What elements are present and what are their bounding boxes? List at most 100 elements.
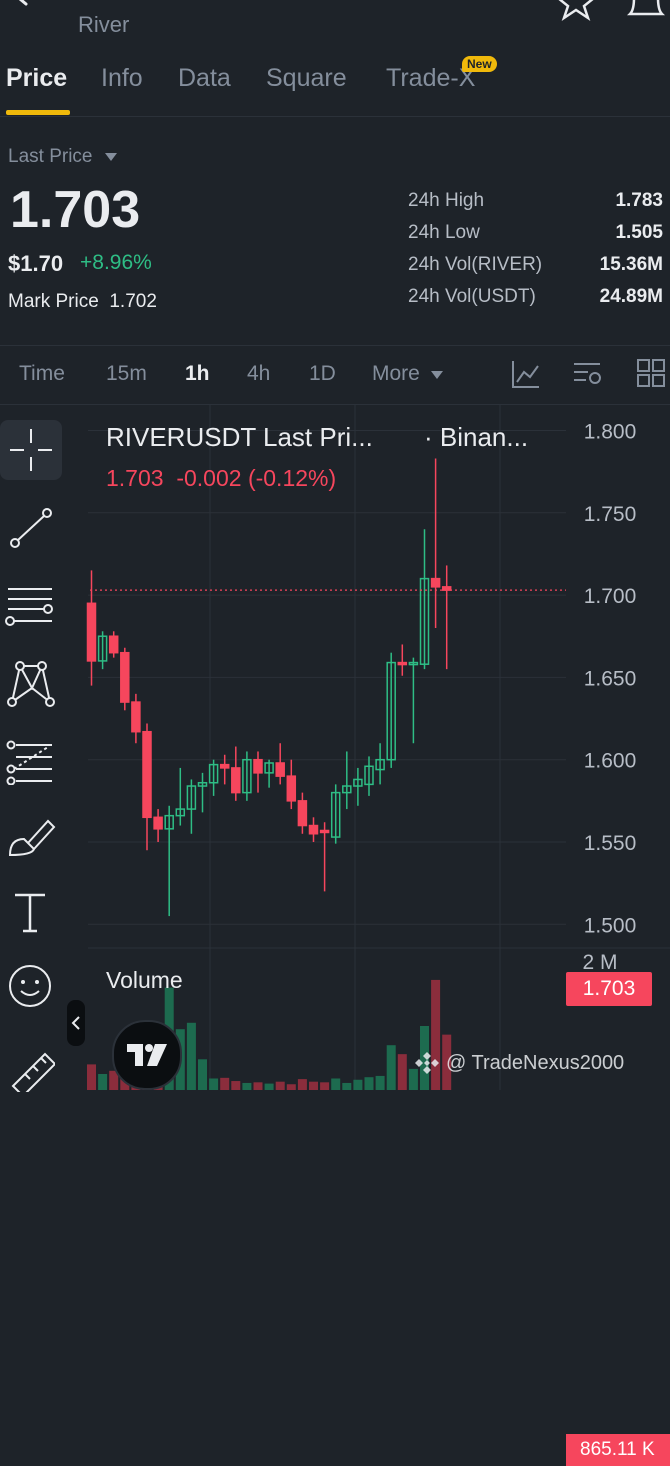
collapse-toolbar-button[interactable]: [67, 1000, 85, 1046]
tradingview-logo[interactable]: [112, 1020, 182, 1090]
volume-bar: [98, 1074, 108, 1090]
candle-body: [142, 730, 152, 819]
timeframe-more[interactable]: More: [372, 362, 444, 386]
ruler-icon: [11, 1052, 55, 1092]
stat-value-vol-usdt: 24.89M: [599, 286, 663, 307]
back-arrow-icon[interactable]: [8, 0, 48, 18]
y-tick-label: 1.800: [584, 420, 637, 443]
last-price-label: Last Price: [8, 146, 93, 167]
volume-bar: [87, 1064, 96, 1090]
stat-value-vol-river: 15.36M: [599, 254, 663, 275]
volume-axis-max: 2 M: [582, 951, 617, 974]
horizontal-lines-tool[interactable]: [0, 574, 60, 634]
mark-price-label: Mark Price: [8, 291, 99, 312]
tab-info[interactable]: Info: [101, 64, 143, 93]
y-tick-label: 1.600: [584, 750, 637, 773]
y-tick-label: 1.650: [584, 667, 637, 690]
main-tabs: Price Info Data Square Trade-X New: [0, 56, 670, 117]
watermark: @ TradeNexus2000: [414, 1050, 624, 1076]
emoji-tool[interactable]: [0, 956, 60, 1016]
candle-body: [131, 701, 141, 733]
chart-price-readout: 1.703 -0.002 (-0.12%): [106, 465, 336, 491]
candle-body: [153, 816, 163, 830]
tab-price[interactable]: Price: [6, 64, 67, 93]
candle-body: [297, 800, 308, 827]
volume-label: Volume: [106, 967, 183, 993]
candle-body: [286, 775, 297, 802]
top-bar: River: [0, 0, 670, 50]
active-tab-indicator: [6, 110, 70, 115]
chevron-left-icon: [71, 1016, 80, 1030]
candle-body: [308, 824, 319, 835]
candle-body: [430, 577, 441, 588]
timeframe-15m[interactable]: 15m: [106, 362, 147, 386]
stat-value-low: 1.505: [615, 222, 663, 243]
chart-settings-icon[interactable]: [572, 358, 604, 390]
volume-bar: [209, 1078, 219, 1090]
tab-data[interactable]: Data: [178, 64, 231, 93]
caret-down-icon: [430, 371, 443, 379]
timeframe-1h[interactable]: 1h: [185, 362, 210, 386]
volume-value-tag: 865.11 K: [566, 1434, 670, 1466]
chart-symbol-title: RIVERUSDT Last Pri...: [106, 422, 373, 452]
candle-body: [319, 829, 330, 834]
last-price-selector[interactable]: Last Price: [8, 146, 118, 168]
volume-bar: [275, 1081, 285, 1090]
y-tick-label: 1.700: [584, 585, 637, 608]
y-tick-label: 1.750: [584, 503, 637, 526]
last-price-value: 1.703: [10, 181, 141, 239]
volume-bar: [364, 1077, 374, 1090]
crosshair-tool[interactable]: [0, 420, 62, 480]
trend-line-tool[interactable]: [0, 498, 60, 558]
star-icon[interactable]: [556, 0, 596, 22]
fib-tool[interactable]: [0, 730, 60, 790]
timeframe-1d[interactable]: 1D: [309, 362, 336, 386]
binance-logo-icon: [415, 1052, 439, 1074]
volume-bar: [397, 1054, 407, 1090]
timeframe-4h[interactable]: 4h: [247, 362, 270, 386]
timeframe-more-label: More: [372, 362, 420, 385]
volume-bar: [342, 1082, 352, 1090]
y-tick-label: 1.500: [584, 914, 637, 937]
new-badge: New: [462, 56, 497, 72]
smiley-icon: [9, 965, 51, 1007]
brush-tool[interactable]: [0, 806, 60, 866]
pattern-tool[interactable]: [0, 652, 60, 712]
stat-label-high: 24h High: [408, 190, 485, 211]
ruler-tool[interactable]: [0, 1034, 60, 1094]
fibonacci-icon: [6, 740, 52, 785]
indicator-chart-icon[interactable]: [510, 358, 542, 390]
stat-value-high: 1.783: [615, 190, 663, 211]
brush-icon: [8, 819, 56, 857]
grid-layout-icon[interactable]: [636, 358, 666, 388]
watermark-text: @ TradeNexus2000: [446, 1051, 625, 1074]
pattern-icon: [7, 661, 55, 707]
trend-line-icon: [10, 508, 52, 548]
candle-body: [86, 602, 97, 662]
text-tool[interactable]: [0, 882, 60, 942]
stat-label-vol-usdt: 24h Vol(USDT): [408, 286, 536, 307]
candle-body: [120, 651, 130, 703]
volume-bar: [386, 1045, 396, 1090]
usd-price: $1.70: [8, 251, 64, 276]
stat-label-vol-river: 24h Vol(RIVER): [408, 254, 543, 275]
volume-bar: [320, 1082, 330, 1090]
y-tick-label: 1.550: [584, 832, 637, 855]
tradingview-logo-icon: [127, 1044, 167, 1066]
text-icon: [15, 893, 45, 933]
volume-bar: [264, 1083, 274, 1090]
volume-bar: [231, 1081, 241, 1090]
mark-price-value: 1.702: [109, 291, 157, 312]
bell-icon[interactable]: [622, 0, 670, 22]
caret-down-icon: [104, 153, 117, 161]
symbol-subtitle: River: [78, 12, 130, 37]
volume-bar: [242, 1082, 252, 1090]
horizontal-lines-icon: [5, 588, 53, 626]
volume-bar: [309, 1081, 318, 1090]
volume-bar: [286, 1084, 296, 1090]
chart-area[interactable]: 1.800 1.750 1.700 1.650 1.600 1.550 1.500 RIVER…: [0, 404, 670, 1466]
tab-square[interactable]: Square: [266, 64, 347, 93]
timeframe-bar: Time 15m 1h 4h 1D More: [0, 345, 670, 405]
timeframe-time[interactable]: Time: [19, 362, 65, 386]
candle-body: [397, 661, 408, 666]
